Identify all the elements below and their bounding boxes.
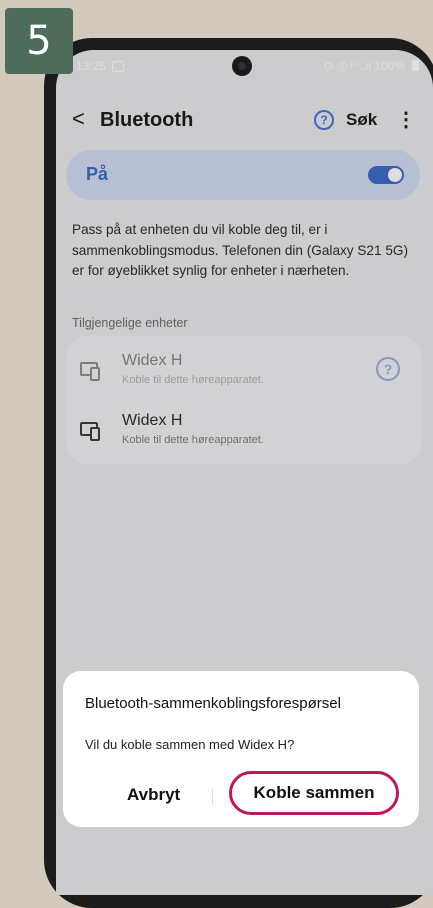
device-list-item[interactable]: Widex H Koble til dette høreapparatet. <box>66 400 422 460</box>
help-icon[interactable]: ? <box>314 110 334 130</box>
bluetooth-switch[interactable] <box>368 166 404 184</box>
button-divider <box>212 789 213 805</box>
device-list-item[interactable]: Widex H Koble til dette høreapparatet. ? <box>66 340 422 400</box>
more-options-icon[interactable]: ⋮ <box>396 107 416 132</box>
front-camera <box>232 56 252 76</box>
bluetooth-toggle-label: På <box>86 164 109 184</box>
dialog-message: Vil du koble sammen med Widex H? <box>85 737 295 752</box>
pair-button[interactable]: Koble sammen <box>229 771 399 815</box>
available-devices-header: Tilgjengelige enheter <box>72 316 188 330</box>
status-time: 13:25 <box>76 59 107 73</box>
device-name: Widex H <box>122 412 183 429</box>
app-toolbar: < Bluetooth ? Søk ⋮ <box>56 106 433 142</box>
hearing-aid-device-icon <box>80 422 100 441</box>
pairing-info-text: Pass på at enheten du vil koble deg til,… <box>72 222 408 278</box>
page-title: Bluetooth <box>100 109 194 131</box>
device-subtitle: Koble til dette høreapparatet. <box>122 374 264 386</box>
step-number-badge: 5 <box>5 8 73 74</box>
available-devices-list: Widex H Koble til dette høreapparatet. ?… <box>66 336 422 464</box>
dialog-title: Bluetooth-sammenkoblingsforespørsel <box>85 695 341 712</box>
cancel-button[interactable]: Avbryt <box>127 785 180 805</box>
back-icon[interactable]: < <box>72 106 85 132</box>
device-help-icon[interactable]: ? <box>376 357 400 381</box>
pairing-request-dialog: Bluetooth-sammenkoblingsforespørsel Vil … <box>63 671 419 827</box>
battery-icon <box>412 60 419 71</box>
search-button[interactable]: Søk <box>346 110 377 130</box>
device-name: Widex H <box>122 352 183 369</box>
hearing-aid-device-icon <box>80 362 100 381</box>
phone-screen: 13:25 ⊙ ◎ ᵝ⁺.ıl 100% < Bluetooth ? Søk ⋮… <box>56 50 433 895</box>
status-bar: 13:25 ⊙ ◎ ᵝ⁺.ıl 100% <box>56 50 433 84</box>
status-indicators: ⊙ ◎ ᵝ⁺.ıl 100% <box>323 59 405 73</box>
bluetooth-toggle-row[interactable]: På <box>66 150 420 200</box>
gallery-notification-icon <box>112 61 124 72</box>
switch-knob <box>388 168 402 182</box>
device-subtitle: Koble til dette høreapparatet. <box>122 434 264 446</box>
